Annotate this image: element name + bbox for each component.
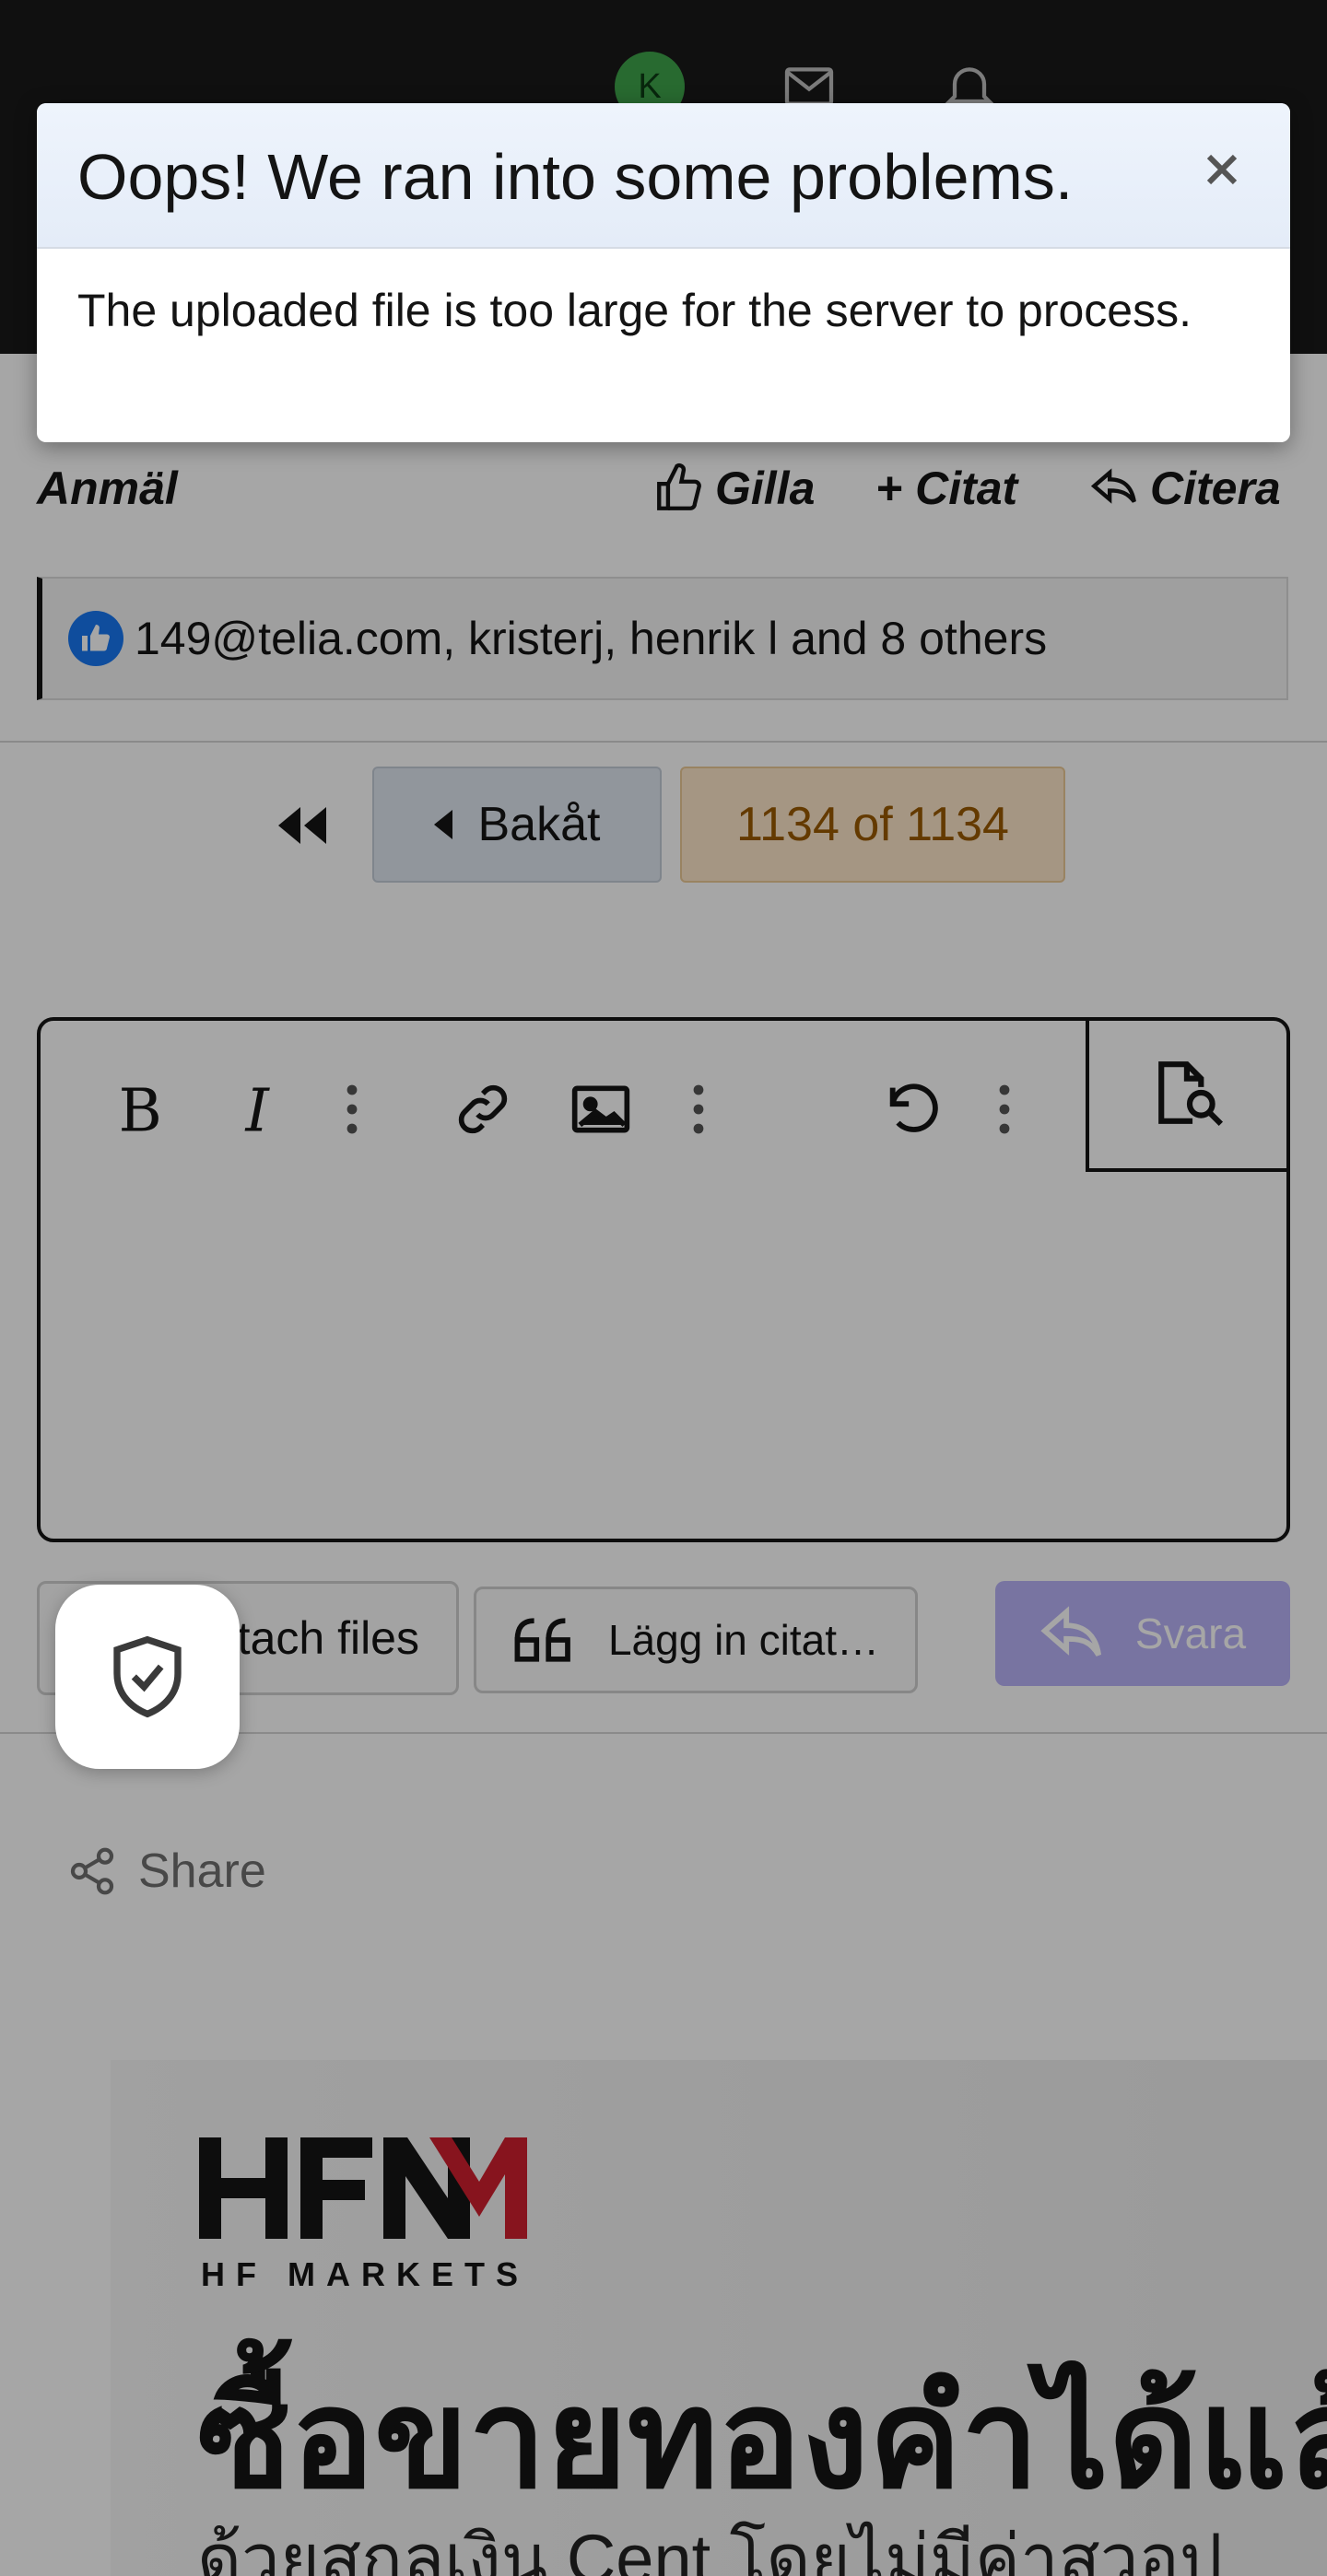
close-icon[interactable] (1192, 140, 1251, 199)
dialog-header: Oops! We ran into some problems. (37, 103, 1290, 249)
dialog-title: Oops! We ran into some problems. (77, 141, 1074, 213)
error-dialog: Oops! We ran into some problems. The upl… (37, 103, 1290, 442)
security-shield-button[interactable] (55, 1585, 240, 1769)
dialog-message: The uploaded file is too large for the s… (77, 285, 1192, 336)
shield-check-icon (113, 1635, 182, 1718)
